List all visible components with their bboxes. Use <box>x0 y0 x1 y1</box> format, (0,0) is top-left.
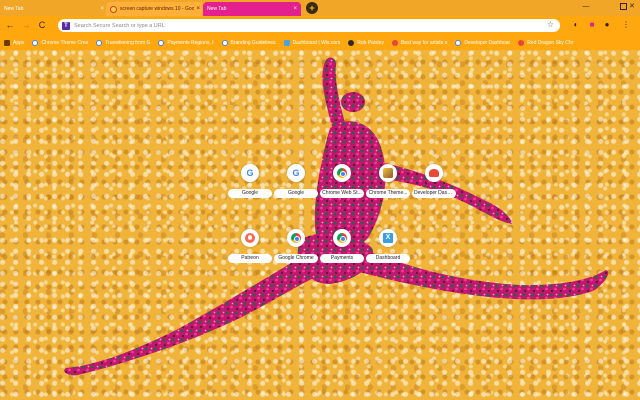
bookmark-item[interactable]: Transitioning from G <box>96 39 151 46</box>
tab-new-tab-1[interactable]: New Tab × <box>0 2 108 16</box>
google-favicon-icon <box>96 39 103 46</box>
tab-title: New Tab <box>4 6 24 12</box>
bookmark-label: Transitioning from G <box>105 39 151 46</box>
bookmark-item[interactable]: Rob Paisley <box>348 39 384 46</box>
shortcut-label: Dashboard <box>366 254 410 263</box>
toolbar: ← → C T Search Secure Search or type a U… <box>0 16 640 35</box>
shortcut-label: Patreon <box>228 254 272 263</box>
google-favicon-icon <box>32 39 39 46</box>
shortcut-patreon[interactable]: Patreon <box>228 229 272 273</box>
reload-button[interactable]: C <box>36 19 48 31</box>
tab-title: New Tab <box>207 6 227 12</box>
bookmark-star-icon[interactable]: ☆ <box>547 20 554 29</box>
bookmark-label: Rob Paisley <box>357 39 384 46</box>
chrome-icon <box>287 229 305 247</box>
bookmark-item[interactable]: Chrome Theme Crea <box>32 39 89 46</box>
shortcut-google-chrome[interactable]: Google Chrome <box>274 229 318 273</box>
shortcut-payments[interactable]: Payments <box>320 229 364 273</box>
tab-close-icon[interactable]: × <box>196 6 200 12</box>
tab-screen-capture[interactable]: screen capture windows 10 - Goo × <box>106 2 204 16</box>
shortcut-label: Developer Dash... <box>412 189 456 198</box>
shortcut-chrome-web-store[interactable]: Chrome Web St... <box>320 164 364 208</box>
chrome-favicon-icon <box>455 39 462 46</box>
google-icon: G <box>287 164 305 182</box>
profile-icon[interactable]: ● <box>601 19 613 31</box>
dragon-favicon-icon <box>518 39 525 46</box>
minimize-button[interactable]: — <box>576 0 596 14</box>
shortcut-label: Google <box>274 189 318 198</box>
tab-close-icon[interactable]: × <box>100 6 104 12</box>
bookmark-label: Red Dragon Sky Chr <box>527 39 574 46</box>
bookmark-item[interactable]: Developer Dashboar <box>455 39 511 46</box>
bookmark-label: Branding Guidelines <box>230 39 276 46</box>
wix-dashboard-icon: X <box>379 229 397 247</box>
shortcut-google[interactable]: G Google <box>228 164 272 208</box>
bookmark-label: Dashboard | Wix.com <box>292 39 341 46</box>
bookmark-item[interactable]: Best way for artists o <box>391 39 448 46</box>
wix-favicon-icon <box>283 39 290 46</box>
bookmark-item[interactable]: Payments Regions, I <box>158 39 214 46</box>
search-engine-icon: T <box>62 21 70 30</box>
shortcut-google-2[interactable]: G Google <box>274 164 318 208</box>
bookmark-item[interactable]: Red Dragon Sky Chr <box>518 39 574 46</box>
developer-icon <box>425 164 443 182</box>
google-favicon-icon <box>158 39 165 46</box>
omnibox-placeholder: Search Secure Search or type a URL <box>74 22 165 29</box>
bookmark-label: Payments Regions, I <box>167 39 214 46</box>
menu-icon[interactable]: ⋮ <box>620 19 632 31</box>
tab-close-icon[interactable]: × <box>293 6 297 12</box>
back-button[interactable]: ← <box>4 19 16 31</box>
shortcut-label: Payments <box>320 254 364 263</box>
shortcut-label: Google Chrome <box>274 254 318 263</box>
tab-strip: New Tab × screen capture windows 10 - Go… <box>0 0 640 16</box>
shortcut-chrome-theme[interactable]: Chrome Theme... <box>366 164 410 208</box>
google-icon: G <box>241 164 259 182</box>
theme-extension-icon[interactable]: ■ <box>586 19 598 31</box>
person-favicon-icon <box>348 39 355 46</box>
chrome-icon <box>333 229 351 247</box>
bookmark-label: Chrome Theme Crea <box>41 39 89 46</box>
dancer-illustration <box>64 57 609 376</box>
extension-icon[interactable]: ◐ <box>570 19 582 31</box>
bookmark-label: Developer Dashboar <box>464 39 511 46</box>
apps-icon <box>4 39 10 46</box>
theme-icon <box>379 164 397 182</box>
shortcut-label: Chrome Web St... <box>320 189 364 198</box>
bookmark-item[interactable]: Dashboard | Wix.com <box>283 39 341 46</box>
bookmark-apps[interactable]: Apps <box>4 39 25 46</box>
bookmark-label: Best way for artists o <box>400 39 448 46</box>
close-window-button[interactable]: ✕ <box>625 0 639 14</box>
shortcut-dashboard[interactable]: X Dashboard <box>366 229 410 273</box>
chrome-web-store-icon <box>333 164 351 182</box>
new-tab-button[interactable]: + <box>306 2 318 14</box>
tab-title: screen capture windows 10 - Goo <box>120 6 195 12</box>
bookmarks-bar: Apps Chrome Theme Crea Transitioning fro… <box>0 35 640 50</box>
shortcut-developer-dashboard[interactable]: Developer Dash... <box>412 164 456 208</box>
tab-new-tab-active[interactable]: New Tab × <box>203 2 301 16</box>
omnibox[interactable]: T Search Secure Search or type a URL ☆ <box>58 19 560 32</box>
shortcut-label: Chrome Theme... <box>366 189 410 198</box>
bookmark-item[interactable]: Branding Guidelines <box>221 39 276 46</box>
bookmark-label: Apps <box>13 39 25 46</box>
site-favicon-icon <box>391 39 398 46</box>
new-tab-page-background: G Google G Google Chrome Web St... Chrom… <box>0 50 640 400</box>
google-favicon-icon <box>221 39 228 46</box>
patreon-icon <box>241 229 259 247</box>
shortcut-label: Google <box>228 189 272 198</box>
chrome-favicon-icon <box>110 5 117 13</box>
forward-button[interactable]: → <box>20 19 32 31</box>
